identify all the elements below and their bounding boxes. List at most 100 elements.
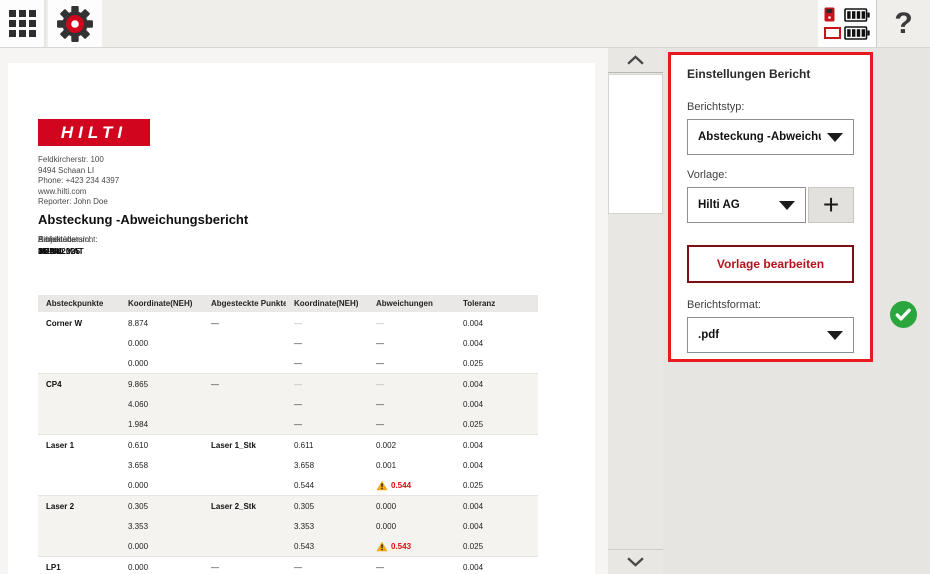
cell-coord1: 0.000 (120, 563, 203, 572)
cell-deviation: — (368, 400, 455, 409)
cell-coord2: — (286, 400, 368, 409)
help-button[interactable]: ? (876, 0, 930, 47)
cell-coord2: — (286, 339, 368, 348)
table-row: 4.060 — — 0.004 (38, 394, 538, 414)
table-row: 0.000 — — 0.004 (38, 333, 538, 353)
cell-deviation: — (368, 319, 455, 328)
table-row: 3.353 3.353 0.000 0.004 (38, 516, 538, 536)
berichtsformat-value: .pdf (698, 329, 821, 341)
cell-deviation: 0.000 (368, 522, 455, 531)
cell-coord1: 1.984 (120, 420, 203, 429)
device-status-button[interactable] (818, 0, 876, 47)
cell-coord2: 0.544 (286, 481, 368, 490)
table-header-row: Absteckpunkte Koordinate(NEH) Abgesteckt… (38, 295, 538, 312)
point-group-laser-2: Laser 2 0.305 Laser 2_Stk 0.305 0.000 0.… (38, 496, 538, 557)
table-row: Laser 1 0.610 Laser 1_Stk 0.611 0.002 0.… (38, 435, 538, 455)
cell-deviation: 0.544 (368, 480, 455, 491)
units-field: Einheiten: Meter (38, 235, 74, 256)
units-value: Meter (38, 246, 74, 256)
vorlage-dropdown[interactable]: Hilti AG (687, 187, 806, 223)
point-group-lp1: LP1 0.000 — — — 0.004 (38, 557, 538, 574)
scroll-down-button[interactable] (608, 549, 663, 574)
berichtstyp-value: Absteckung -Abweichun (698, 131, 821, 143)
cell-point: LP1 (38, 563, 120, 572)
app-window: ? HILTI Feldkircherstr. 100 9494 Schaan … (0, 0, 930, 574)
controller-status-row (824, 7, 870, 22)
battery-full-icon (844, 8, 870, 22)
settings-button[interactable] (48, 0, 102, 47)
preview-scrollbar[interactable] (608, 48, 663, 574)
cell-deviation: 0.002 (368, 441, 455, 450)
check-circle-icon (890, 301, 917, 328)
table-row: 0.000 0.544 0.544 0.025 (38, 475, 538, 495)
cell-staked: Laser 1_Stk (203, 441, 286, 450)
cell-tolerance: 0.004 (455, 380, 538, 389)
cell-coord1: 0.610 (120, 441, 203, 450)
address-line: Phone: +423 234 4397 (38, 176, 119, 187)
chevron-up-icon (627, 55, 644, 65)
berichtstyp-dropdown[interactable]: Absteckung -Abweichun (687, 119, 854, 155)
point-group-corner-w: Corner W 8.874 — — — 0.004 0.000 — — 0.0… (38, 313, 538, 374)
cell-tolerance: 0.004 (455, 461, 538, 470)
add-template-button[interactable]: + (808, 187, 854, 223)
top-toolbar: ? (0, 0, 930, 48)
cell-coord1: 0.000 (120, 542, 203, 551)
header-abweichungen: Abweichungen (368, 299, 455, 308)
header-abgesteckte-punkte: Abgesteckte Punkte (203, 299, 286, 308)
address-line: 9494 Schaan LI (38, 166, 119, 177)
cell-point: Corner W (38, 319, 120, 328)
report-preview-page: HILTI Feldkircherstr. 100 9494 Schaan LI… (8, 63, 595, 574)
cell-coord1: 8.874 (120, 319, 203, 328)
cell-point: Laser 1 (38, 441, 120, 450)
apps-menu-button[interactable] (0, 0, 46, 47)
cell-tolerance: 0.004 (455, 522, 538, 531)
cell-deviation: 0.000 (368, 502, 455, 511)
report-settings-panel: Einstellungen Bericht Berichtstyp: Abste… (668, 52, 873, 362)
plus-icon: + (823, 189, 839, 221)
table-row: 3.658 3.658 0.001 0.004 (38, 455, 538, 475)
confirm-button[interactable] (890, 301, 917, 328)
cell-deviation: 0.001 (368, 461, 455, 470)
table-row: Corner W 8.874 — — — 0.004 (38, 313, 538, 333)
cell-tolerance: 0.025 (455, 359, 538, 368)
cell-tolerance: 0.025 (455, 481, 538, 490)
cell-tolerance: 0.025 (455, 420, 538, 429)
scroll-up-button[interactable] (608, 48, 663, 73)
cell-deviation: — (368, 380, 455, 389)
cell-deviation: — (368, 359, 455, 368)
report-title: Absteckung -Abweichungsbericht (38, 212, 248, 227)
target-plate-icon (824, 27, 841, 39)
point-group-laser-1: Laser 1 0.610 Laser 1_Stk 0.611 0.002 0.… (38, 435, 538, 496)
warning-icon (376, 541, 388, 552)
controller-icon (824, 7, 835, 22)
chevron-down-icon (827, 331, 843, 340)
table-row: CP4 9.865 — — — 0.004 (38, 374, 538, 394)
units-label: Einheiten: (38, 235, 74, 244)
berichtsformat-dropdown[interactable]: .pdf (687, 317, 854, 353)
edit-template-button[interactable]: Vorlage bearbeiten (687, 245, 854, 283)
address-line: Feldkircherstr. 100 (38, 155, 119, 166)
vorlage-value: Hilti AG (698, 199, 773, 211)
grid-menu-icon (9, 10, 36, 37)
address-line: www.hilti.com (38, 187, 119, 198)
cell-staked: — (203, 563, 286, 572)
cell-tolerance: 0.004 (455, 502, 538, 511)
hilti-logo: HILTI (38, 119, 150, 146)
cell-tolerance: 0.025 (455, 542, 538, 551)
cell-coord1: 3.353 (120, 522, 203, 531)
cell-coord2: 0.611 (286, 441, 368, 450)
cell-coord2: — (286, 359, 368, 368)
header-koordinate1: Koordinate(NEH) (120, 299, 203, 308)
deviation-exceeded-value: 0.543 (391, 542, 411, 551)
cell-tolerance: 0.004 (455, 400, 538, 409)
cell-coord1: 0.000 (120, 339, 203, 348)
cell-deviation: — (368, 339, 455, 348)
scrollbar-thumb[interactable] (608, 74, 663, 214)
cell-point: CP4 (38, 380, 120, 389)
header-toleranz: Toleranz (455, 299, 538, 308)
table-row: Laser 2 0.305 Laser 2_Stk 0.305 0.000 0.… (38, 496, 538, 516)
table-row: 0.000 0.543 0.543 0.025 (38, 536, 538, 556)
cell-point: Laser 2 (38, 502, 120, 511)
vorlage-label: Vorlage: (687, 169, 854, 181)
vorlage-row: Hilti AG + (687, 187, 854, 223)
